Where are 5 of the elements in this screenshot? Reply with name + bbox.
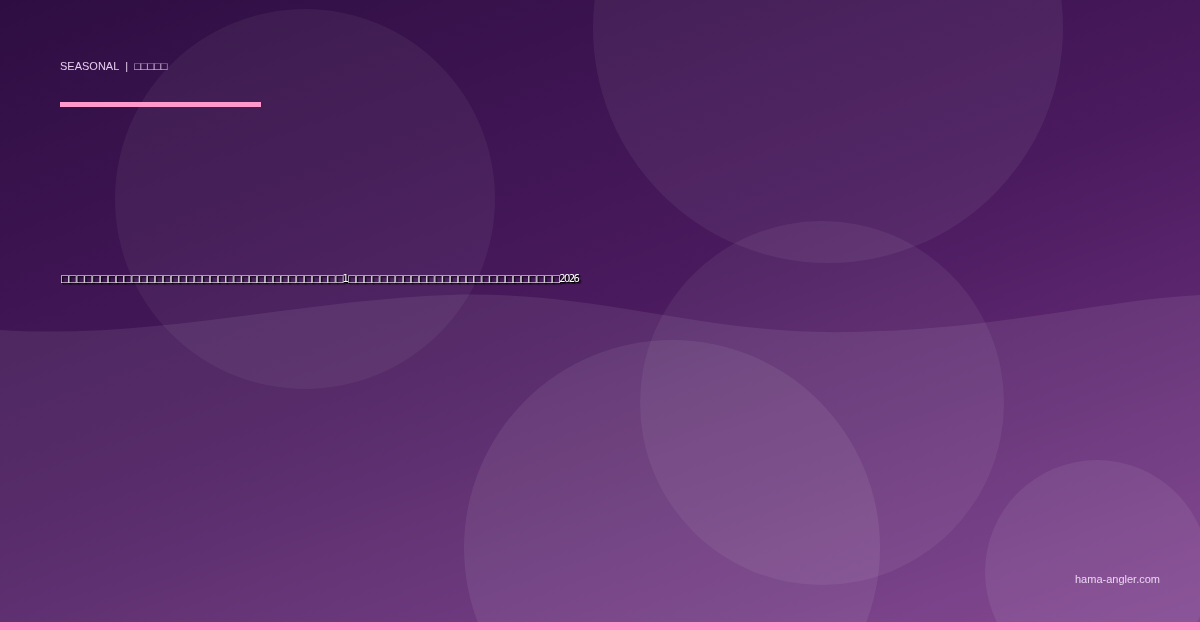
category-name: □□□□□ [134,60,168,72]
separator: | [125,60,129,72]
site-domain: hama-angler.com [1075,573,1160,585]
category-label: SEASONAL [60,60,120,72]
page-title: □□□□□□□□□□□□□□□□□□□□□□□□□□□□□□□□□□□□1□□□□□□□□□□□□□□□□□□□□□□□□□□□2026 [60,273,580,284]
